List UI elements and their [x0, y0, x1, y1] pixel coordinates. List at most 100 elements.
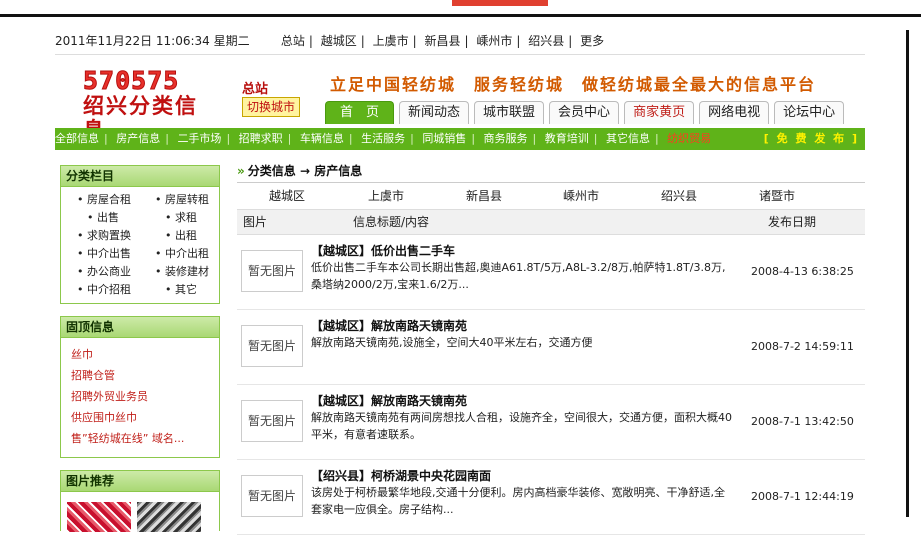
- nav-second-hand[interactable]: 二手市场: [177, 128, 221, 150]
- nav-property[interactable]: 房产信息: [116, 128, 160, 150]
- breadcrumb-arrow-icon: »: [237, 164, 245, 178]
- listing-desc: 低价出售二手车本公司长期出售超,奥迪A61.8T/5万,A8L-3.2/8万,帕…: [311, 261, 726, 291]
- no-image-placeholder: 暂无图片: [241, 400, 303, 442]
- tab-web-tv[interactable]: 网络电视: [699, 101, 770, 124]
- site-logo[interactable]: 570575 绍兴分类信息: [83, 66, 211, 142]
- district-link[interactable]: 越城区: [269, 183, 305, 209]
- nav-other[interactable]: 其它信息: [606, 128, 650, 150]
- tab-news[interactable]: 新闻动态: [399, 101, 470, 124]
- top-link-shangyu[interactable]: 上虞市: [373, 34, 409, 48]
- nav-life-services[interactable]: 生活服务: [361, 128, 405, 150]
- category-item[interactable]: • 中介出租: [155, 247, 225, 261]
- category-list: • 房屋合租 • 房屋转租 • 出售 • 求租 • 求购置换 • 出租 • 中介…: [61, 187, 219, 303]
- listing-desc: 该房处于柯桥最繁华地段,交通十分便利。房内高档豪华装修、宽敞明亮、干净舒适,全套…: [311, 486, 725, 516]
- date-line: 2011年11月22日 11:06:34 星期二 总站 | 越城区 | 上虞市 | 新…: [55, 28, 865, 55]
- fixed-info-item[interactable]: 供应围巾丝巾: [71, 407, 211, 428]
- listing-title[interactable]: 【绍兴县】柯桥湖景中央花园南面: [311, 467, 491, 484]
- listing-date: 2008-4-13 6:38:25: [751, 265, 854, 278]
- fixed-info-title: 固顶信息: [61, 317, 219, 338]
- listing-row[interactable]: 暂无图片 【越城区】低价出售二手车 低价出售二手车本公司长期出售超,奥迪A61.…: [237, 235, 865, 310]
- category-item[interactable]: • 出售: [77, 211, 155, 225]
- top-link-shengzhou[interactable]: 嵊州市: [476, 34, 512, 48]
- no-image-placeholder: 暂无图片: [241, 250, 303, 292]
- district-link[interactable]: 上虞市: [368, 183, 404, 209]
- category-item[interactable]: • 求租: [155, 211, 225, 225]
- main-content: » 分类信息 → 房产信息 越城区 上虞市 新昌县 嵊州市 绍兴县 诸暨市 图片 …: [237, 160, 865, 535]
- category-box: 分类栏目 • 房屋合租 • 房屋转租 • 出售 • 求租 • 求购置换 • 出租…: [60, 165, 220, 304]
- sidebar: 分类栏目 • 房屋合租 • 房屋转租 • 出售 • 求租 • 求购置换 • 出租…: [60, 165, 220, 543]
- header-date: 发布日期: [768, 215, 817, 229]
- switch-city-button[interactable]: 切换城市: [242, 97, 301, 117]
- tab-yellow-pages[interactable]: 商家黄页: [624, 101, 695, 124]
- breadcrumb-root[interactable]: 分类信息: [248, 164, 296, 178]
- top-link-more[interactable]: 更多: [580, 34, 604, 48]
- listing-row[interactable]: 暂无图片 【越城区】解放南路天镜南苑 解放南路天镜南苑,设施全，空间大40平米左…: [237, 310, 865, 385]
- district-link[interactable]: 新昌县: [466, 183, 502, 209]
- top-link-xinchang[interactable]: 新昌县: [425, 34, 461, 48]
- listing-table-header: 图片 信息标题/内容 发布日期: [237, 210, 865, 235]
- listing-date: 2008-7-1 12:44:19: [751, 490, 854, 503]
- category-item[interactable]: • 房屋合租: [77, 193, 155, 207]
- nav-textile-trade[interactable]: 纺织贸易: [667, 128, 711, 150]
- listing-title[interactable]: 【越城区】低价出售二手车: [311, 242, 455, 259]
- listing-title[interactable]: 【越城区】解放南路天镜南苑: [311, 317, 467, 334]
- page-header: 2011年11月22日 11:06:34 星期二 总站 | 越城区 | 上虞市 | 新…: [55, 28, 865, 142]
- fixed-info-list: 丝巾 招聘仓管 招聘外贸业务员 供应围巾丝巾 售”轻纺城在线” 域名...: [61, 338, 219, 457]
- thumbnail-image[interactable]: [137, 502, 201, 532]
- category-item[interactable]: • 中介出售: [77, 247, 155, 261]
- category-item[interactable]: • 其它: [155, 283, 225, 297]
- top-link-shaoxingxian[interactable]: 绍兴县: [528, 34, 564, 48]
- nav-all[interactable]: 全部信息: [55, 128, 99, 150]
- top-red-mark: [452, 0, 548, 6]
- station-label: 总站: [242, 82, 269, 97]
- district-link[interactable]: 诸暨市: [759, 183, 795, 209]
- category-item[interactable]: • 出租: [155, 229, 225, 243]
- current-datetime: 2011年11月22日 11:06:34 星期二: [55, 34, 250, 48]
- nav-local-sales[interactable]: 同城销售: [422, 128, 466, 150]
- tab-forum[interactable]: 论坛中心: [774, 101, 845, 124]
- listing-title[interactable]: 【越城区】解放南路天镜南苑: [311, 392, 467, 409]
- category-item[interactable]: • 求购置换: [77, 229, 155, 243]
- tab-city-alliance[interactable]: 城市联盟: [474, 101, 545, 124]
- listing-date: 2008-7-2 14:59:11: [751, 340, 854, 353]
- nav-business[interactable]: 商务服务: [484, 128, 528, 150]
- top-link-main[interactable]: 总站: [281, 34, 305, 48]
- free-post-button[interactable]: [ 免 费 发 布 ]: [764, 128, 859, 150]
- no-image-placeholder: 暂无图片: [241, 475, 303, 517]
- tab-member-center[interactable]: 会员中心: [549, 101, 620, 124]
- listing-desc: 解放南路天镜南苑,设施全，空间大40平米左右，交通方便: [311, 336, 593, 349]
- district-filter: 越城区 上虞市 新昌县 嵊州市 绍兴县 诸暨市: [237, 183, 865, 210]
- fixed-info-item[interactable]: 售”轻纺城在线” 域名...: [71, 428, 211, 449]
- category-item[interactable]: • 装修建材: [155, 265, 225, 279]
- fixed-info-item[interactable]: 招聘外贸业务员: [71, 386, 211, 407]
- header-title: 信息标题/内容: [353, 215, 430, 229]
- nav-jobs[interactable]: 招聘求职: [239, 128, 283, 150]
- nav-education[interactable]: 教育培训: [545, 128, 589, 150]
- window-right-border: [906, 30, 909, 517]
- tab-home[interactable]: 首 页: [325, 101, 395, 124]
- picture-recommend-title: 图片推荐: [61, 471, 219, 492]
- category-box-title: 分类栏目: [61, 166, 219, 187]
- listing-row[interactable]: 暂无图片 【绍兴县】柯桥湖景中央花园南面 该房处于柯桥最繁华地段,交通十分便利。…: [237, 460, 865, 535]
- logo-numbers: 570575: [83, 66, 180, 95]
- category-item[interactable]: • 房屋转租: [155, 193, 225, 207]
- district-link[interactable]: 嵊州市: [563, 183, 599, 209]
- fixed-info-item[interactable]: 招聘仓管: [71, 365, 211, 386]
- listing-date: 2008-7-1 13:42:50: [751, 415, 854, 428]
- fixed-info-item[interactable]: 丝巾: [71, 344, 211, 365]
- category-nav-bar: 全部信息 | 房产信息 | 二手市场 | 招聘求职 | 车辆信息 | 生活服务 | 同城销售…: [55, 128, 865, 150]
- main-tabs: 首 页新闻动态 城市联盟 会员中心 商家黄页 网络电视 论坛中心: [325, 101, 849, 125]
- browser-top-strip: [0, 0, 921, 17]
- picture-recommend-box: 图片推荐: [60, 470, 220, 532]
- district-link[interactable]: 绍兴县: [661, 183, 697, 209]
- picture-thumbs: [61, 492, 219, 532]
- breadcrumb: » 分类信息 → 房产信息: [237, 160, 865, 183]
- listing-row[interactable]: 暂无图片 【越城区】解放南路天镜南苑 解放南路天镜南苑有两间房想找人合租，设施齐…: [237, 385, 865, 460]
- top-link-yuecheng[interactable]: 越城区: [321, 34, 357, 48]
- site-slogan: 立足中国轻纺城 服务轻纺城 做轻纺城最全最大的信息平台: [330, 75, 817, 94]
- category-item[interactable]: • 中介招租: [77, 283, 155, 297]
- site-header: 570575 绍兴分类信息 总站 切换城市 立足中国轻纺城 服务轻纺城 做轻纺城…: [55, 55, 865, 142]
- category-item[interactable]: • 办公商业: [77, 265, 155, 279]
- thumbnail-image[interactable]: [67, 502, 131, 532]
- nav-vehicles[interactable]: 车辆信息: [300, 128, 344, 150]
